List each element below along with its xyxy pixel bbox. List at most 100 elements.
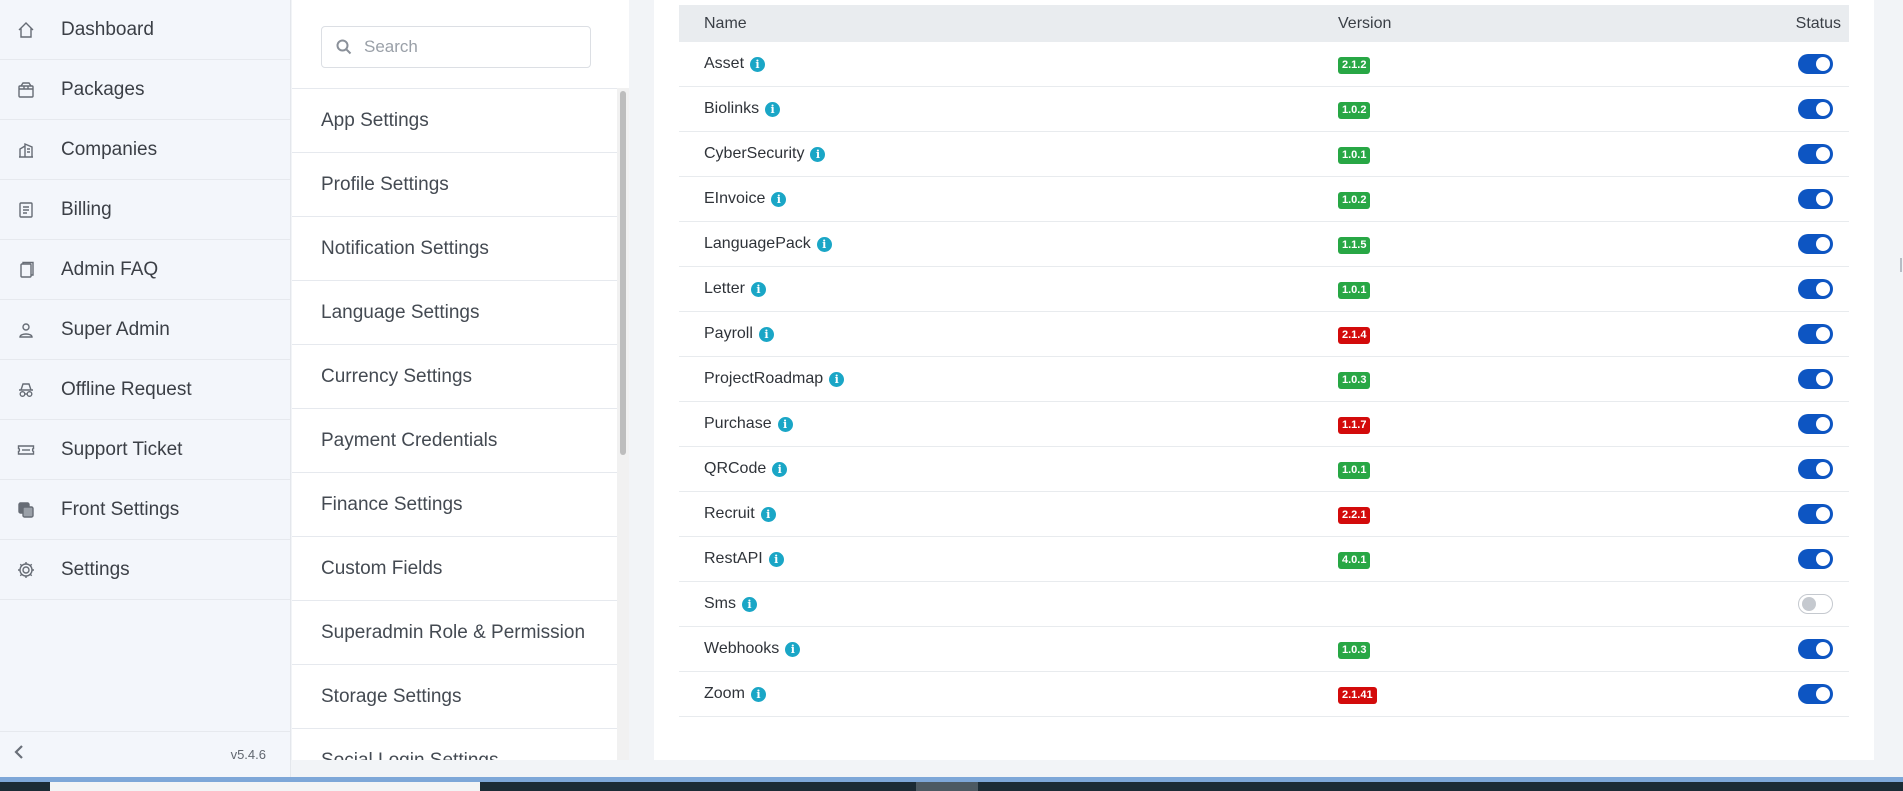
- collapse-sidebar-icon[interactable]: [12, 743, 26, 766]
- sidebar-item-billing[interactable]: Billing: [0, 180, 290, 240]
- sidebar-item-offline-request[interactable]: Offline Request: [0, 360, 290, 420]
- module-name: LanguagePack: [704, 235, 811, 252]
- settings-menu-item-storage-settings[interactable]: Storage Settings: [292, 665, 617, 729]
- module-version-cell: 1.1.5: [1338, 235, 1749, 254]
- version-badge: 1.0.1: [1338, 281, 1371, 299]
- sidebar-item-dashboard[interactable]: Dashboard: [0, 0, 290, 60]
- module-version-cell: 1.0.3: [1338, 640, 1749, 659]
- module-version-cell: 1.0.1: [1338, 145, 1749, 164]
- sidebar-item-companies[interactable]: Companies: [0, 120, 290, 180]
- sidebar-item-label: Settings: [61, 558, 130, 580]
- module-status-cell: [1749, 234, 1849, 254]
- module-status-cell: [1749, 504, 1849, 524]
- module-status-toggle[interactable]: [1798, 459, 1833, 479]
- module-status-toggle[interactable]: [1798, 144, 1833, 164]
- search-icon: [336, 39, 352, 55]
- module-name-cell: EInvoice i: [679, 190, 1338, 208]
- version-badge: 1.0.1: [1338, 146, 1371, 164]
- module-status-toggle[interactable]: [1798, 234, 1833, 254]
- module-version-cell: 2.1.4: [1338, 325, 1749, 344]
- version-badge: 1.0.1: [1338, 461, 1371, 479]
- settings-menu-item-currency-settings[interactable]: Currency Settings: [292, 345, 617, 409]
- module-name-cell: Webhooks i: [679, 640, 1338, 658]
- module-status-toggle[interactable]: [1798, 684, 1833, 704]
- module-status-toggle[interactable]: [1798, 504, 1833, 524]
- module-status-toggle[interactable]: [1798, 279, 1833, 299]
- settings-menu-item-language-settings[interactable]: Language Settings: [292, 281, 617, 345]
- sidebar-item-front-settings[interactable]: Front Settings: [0, 480, 290, 540]
- settings-menu-item-finance-settings[interactable]: Finance Settings: [292, 473, 617, 537]
- table-row: Payroll i 2.1.4: [679, 312, 1849, 357]
- info-icon[interactable]: i: [742, 596, 757, 612]
- info-icon[interactable]: i: [760, 506, 776, 522]
- table-header: Name Version Status: [679, 5, 1849, 42]
- sidebar-item-label: Offline Request: [61, 378, 192, 400]
- module-name-cell: Letter i: [679, 280, 1338, 298]
- app-version: v5.4.6: [230, 747, 266, 762]
- module-status-toggle[interactable]: [1798, 549, 1833, 569]
- sidebar-item-admin-faq[interactable]: Admin FAQ: [0, 240, 290, 300]
- module-status-toggle[interactable]: [1798, 594, 1833, 614]
- info-icon[interactable]: i: [785, 641, 801, 657]
- taskbar-window-tab[interactable]: [50, 782, 480, 791]
- settings-menu-item-superadmin-role-permission[interactable]: Superadmin Role & Permission: [292, 601, 617, 665]
- info-icon[interactable]: i: [758, 326, 774, 342]
- settings-menu-item-social-login-settings[interactable]: Social Login Settings: [292, 729, 617, 761]
- info-icon[interactable]: i: [772, 461, 788, 477]
- module-name: Payroll: [704, 325, 753, 342]
- module-name-cell: CyberSecurity i: [679, 145, 1338, 163]
- settings-menu-item-payment-credentials[interactable]: Payment Credentials: [292, 409, 617, 473]
- table-row: CyberSecurity i 1.0.1: [679, 132, 1849, 177]
- module-status-toggle[interactable]: [1798, 639, 1833, 659]
- module-name-cell: Biolinks i: [679, 100, 1338, 118]
- table-row: Sms i: [679, 582, 1849, 627]
- info-icon[interactable]: i: [771, 191, 787, 207]
- info-icon[interactable]: i: [816, 236, 832, 252]
- table-row: Recruit i 2.2.1: [679, 492, 1849, 537]
- user-icon: [16, 320, 36, 340]
- sidebar-item-packages[interactable]: Packages: [0, 60, 290, 120]
- sidebar-item-support-ticket[interactable]: Support Ticket: [0, 420, 290, 480]
- settings-menu-panel: App SettingsProfile SettingsNotification…: [292, 0, 629, 760]
- info-icon[interactable]: i: [750, 281, 766, 297]
- settings-menu-scrollbar[interactable]: [617, 88, 629, 760]
- module-status-toggle[interactable]: [1798, 324, 1833, 344]
- info-icon[interactable]: i: [750, 686, 766, 702]
- module-status-toggle[interactable]: [1798, 414, 1833, 434]
- sidebar-item-settings[interactable]: Settings: [0, 540, 290, 600]
- table-row: LanguagePack i 1.1.5: [679, 222, 1849, 267]
- info-icon[interactable]: i: [810, 146, 826, 162]
- module-name-cell: RestAPI i: [679, 550, 1338, 568]
- settings-search-input[interactable]: [364, 37, 564, 57]
- module-name: Biolinks: [704, 100, 760, 117]
- info-icon[interactable]: i: [768, 551, 784, 567]
- sidebar-item-super-admin[interactable]: Super Admin: [0, 300, 290, 360]
- module-status-cell: [1749, 189, 1849, 209]
- scrollbar-thumb[interactable]: [620, 91, 626, 455]
- module-status-toggle[interactable]: [1798, 99, 1833, 119]
- version-badge: 2.1.4: [1338, 326, 1371, 344]
- module-status-toggle[interactable]: [1798, 369, 1833, 389]
- module-status-toggle[interactable]: [1798, 189, 1833, 209]
- module-status-toggle[interactable]: [1798, 54, 1833, 74]
- settings-menu-item-custom-fields[interactable]: Custom Fields: [292, 537, 617, 601]
- settings-search[interactable]: [321, 26, 591, 68]
- module-name: RestAPI: [704, 550, 763, 567]
- settings-menu-item-notification-settings[interactable]: Notification Settings: [292, 217, 617, 281]
- settings-menu-item-profile-settings[interactable]: Profile Settings: [292, 153, 617, 217]
- module-status-cell: [1749, 144, 1849, 164]
- settings-menu-item-app-settings[interactable]: App Settings: [292, 89, 617, 153]
- info-icon[interactable]: i: [829, 371, 845, 387]
- info-icon[interactable]: i: [765, 101, 781, 117]
- table-row: Webhooks i 1.0.3: [679, 627, 1849, 672]
- ticket-icon: [16, 440, 36, 460]
- table-row: ProjectRoadmap i 1.0.3: [679, 357, 1849, 402]
- module-name: Asset: [704, 55, 745, 72]
- info-icon[interactable]: i: [750, 56, 766, 72]
- module-status-cell: [1749, 639, 1849, 659]
- module-name-cell: Asset i: [679, 55, 1338, 73]
- taskbar-app-button[interactable]: [916, 782, 978, 791]
- module-status-cell: [1749, 594, 1849, 614]
- table-row: Asset i 2.1.2: [679, 42, 1849, 87]
- info-icon[interactable]: i: [777, 416, 793, 432]
